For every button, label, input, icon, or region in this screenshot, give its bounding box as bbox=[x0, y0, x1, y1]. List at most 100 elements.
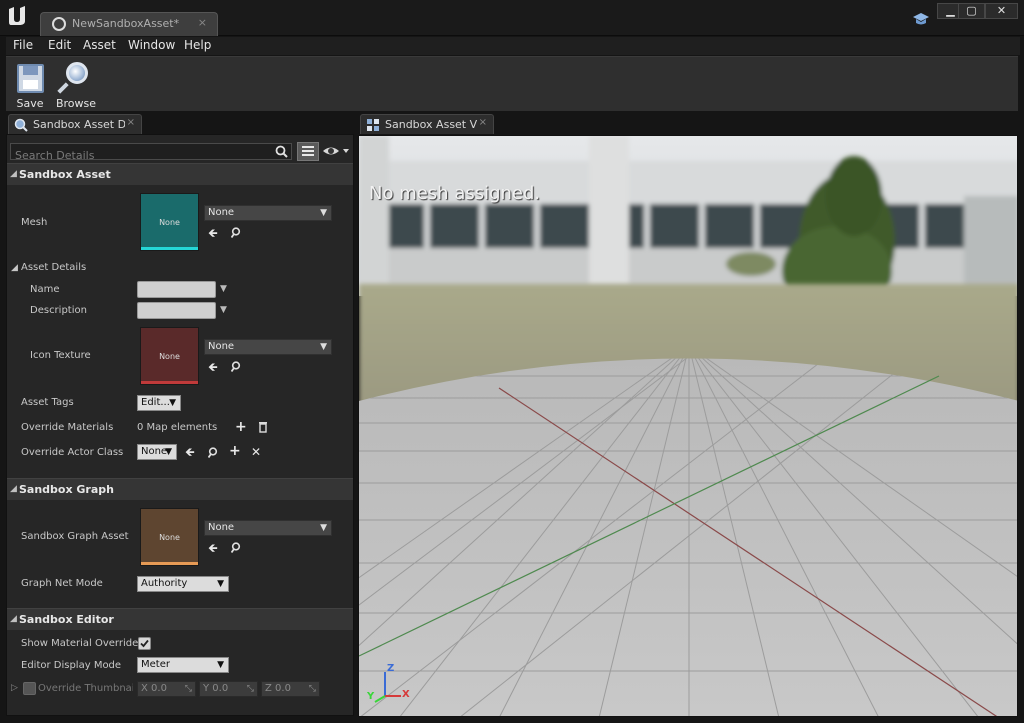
save-button[interactable]: Save bbox=[6, 60, 54, 110]
menu-window[interactable]: Window bbox=[128, 38, 175, 52]
close-viewport-tab-icon[interactable]: × bbox=[479, 117, 487, 128]
browse-asset-search-icon[interactable] bbox=[231, 227, 242, 238]
chevron-down-icon: ▼ bbox=[169, 398, 176, 408]
collapse-arrow-icon: ◢ bbox=[10, 484, 17, 494]
details-search-icon bbox=[14, 118, 28, 132]
mesh-combo-value: None bbox=[208, 207, 235, 218]
actor-class-combo-value: None bbox=[141, 446, 168, 457]
icon-texture-thumbnail[interactable]: None bbox=[140, 327, 199, 385]
z-axis-label: Z bbox=[265, 683, 272, 694]
chevron-down-icon: ▼ bbox=[320, 342, 327, 352]
expand-arrow-icon[interactable]: ▷ bbox=[11, 683, 18, 693]
document-tab[interactable]: NewSandboxAsset* × bbox=[40, 12, 218, 36]
thumbnail-z-field[interactable]: Z 0.0 ⤡ bbox=[261, 681, 320, 697]
description-field[interactable] bbox=[137, 302, 216, 319]
tab-viewport[interactable]: Sandbox Asset Vie × bbox=[360, 114, 494, 134]
y-axis-gizmo-label: Y bbox=[367, 691, 375, 702]
search-input[interactable] bbox=[11, 148, 271, 163]
editor-display-mode-value: Meter bbox=[141, 659, 170, 670]
title-bar: NewSandboxAsset* × ▁ ▢ ✕ bbox=[0, 0, 1024, 36]
browse-button[interactable]: Browse bbox=[52, 60, 100, 110]
use-selected-arrow-icon[interactable]: 🡸 bbox=[185, 446, 195, 458]
show-material-overrides-label: Show Material Overrides bbox=[21, 638, 144, 649]
browse-label: Browse bbox=[55, 97, 97, 110]
clear-x-icon[interactable]: ✕ bbox=[251, 446, 261, 458]
override-materials-label: Override Materials bbox=[21, 422, 114, 433]
icon-texture-label: Icon Texture bbox=[30, 350, 91, 361]
new-class-plus-icon[interactable]: + bbox=[229, 444, 241, 458]
mesh-type-bar bbox=[141, 247, 198, 250]
icon-texture-combo-value: None bbox=[208, 341, 235, 352]
section-title: Sandbox Graph bbox=[19, 483, 114, 496]
chevron-down-icon: ▼ bbox=[320, 523, 327, 533]
close-window-button[interactable]: ✕ bbox=[985, 3, 1018, 19]
graph-asset-label: Sandbox Graph Asset bbox=[21, 531, 129, 542]
menu-asset[interactable]: Asset bbox=[83, 38, 116, 52]
expand-arrow-icon[interactable]: ◢ bbox=[11, 263, 18, 273]
asset-tags-edit-button[interactable]: Edit... ▼ bbox=[137, 395, 181, 411]
menu-bar: File Edit Asset Window Help bbox=[6, 37, 1020, 55]
icon-texture-combo[interactable]: None ▼ bbox=[204, 339, 332, 355]
use-selected-arrow-icon[interactable]: 🡸 bbox=[208, 227, 218, 239]
name-dropdown-icon[interactable]: ▼ bbox=[220, 284, 227, 294]
unreal-logo-icon[interactable] bbox=[6, 5, 28, 27]
property-matrix-icon[interactable] bbox=[297, 142, 319, 161]
graph-asset-thumbnail[interactable]: None bbox=[140, 508, 199, 566]
browse-magnifier-handle bbox=[57, 82, 69, 94]
mesh-combo[interactable]: None ▼ bbox=[204, 205, 332, 221]
thumbnail-y-field[interactable]: Y 0.0 ⤡ bbox=[199, 681, 258, 697]
learn-cap-icon[interactable] bbox=[912, 12, 930, 26]
close-details-tab-icon[interactable]: × bbox=[127, 117, 135, 128]
z-axis-gizmo-label: Z bbox=[387, 663, 395, 674]
description-dropdown-icon[interactable]: ▼ bbox=[220, 305, 227, 315]
show-material-overrides-checkbox[interactable] bbox=[138, 637, 151, 650]
graph-asset-combo-value: None bbox=[208, 522, 235, 533]
browse-asset-search-icon[interactable] bbox=[231, 361, 242, 372]
x-value: 0.0 bbox=[151, 683, 167, 694]
asset-details-title: Asset Details bbox=[21, 262, 87, 273]
search-details-box[interactable] bbox=[10, 143, 292, 163]
z-value: 0.0 bbox=[275, 683, 291, 694]
browse-class-search-icon[interactable] bbox=[208, 447, 219, 458]
override-thumbnail-checkbox[interactable] bbox=[23, 682, 36, 695]
trash-icon[interactable] bbox=[258, 421, 268, 433]
description-label: Description bbox=[30, 305, 87, 316]
mesh-thumbnail[interactable]: None bbox=[140, 193, 199, 251]
menu-help[interactable]: Help bbox=[184, 38, 211, 52]
use-selected-arrow-icon[interactable]: 🡸 bbox=[208, 361, 218, 373]
menu-file[interactable]: File bbox=[13, 38, 33, 52]
tab-details[interactable]: Sandbox Asset Det × bbox=[8, 114, 142, 134]
visibility-eye-icon[interactable] bbox=[322, 144, 350, 158]
mesh-thumbnail-text: None bbox=[159, 218, 180, 227]
add-element-icon[interactable]: + bbox=[235, 420, 247, 434]
menu-edit[interactable]: Edit bbox=[48, 38, 71, 52]
details-tab-label: Sandbox Asset Det bbox=[33, 118, 125, 131]
editor-display-mode-combo[interactable]: Meter ▼ bbox=[137, 657, 229, 673]
name-field[interactable] bbox=[137, 281, 216, 298]
toolbar: Save Browse bbox=[6, 56, 1018, 111]
section-sandbox-asset[interactable]: ◢ Sandbox Asset bbox=[7, 163, 353, 185]
use-selected-arrow-icon[interactable]: 🡸 bbox=[208, 542, 218, 554]
search-icon[interactable] bbox=[275, 145, 288, 158]
graph-net-mode-value: Authority bbox=[141, 578, 188, 589]
actor-class-combo[interactable]: None ▼ bbox=[137, 444, 177, 460]
close-tab-icon[interactable]: × bbox=[198, 16, 207, 29]
graph-asset-combo[interactable]: None ▼ bbox=[204, 520, 332, 536]
chevron-down-icon: ▼ bbox=[320, 208, 327, 218]
section-title: Sandbox Asset bbox=[19, 168, 111, 181]
asset-viewport[interactable]: No mesh assigned. Z X Y bbox=[358, 135, 1018, 717]
y-axis-label: Y bbox=[203, 683, 210, 694]
viewport-scene bbox=[359, 136, 1017, 716]
section-sandbox-editor[interactable]: ◢ Sandbox Editor bbox=[7, 608, 353, 630]
graph-net-mode-combo[interactable]: Authority ▼ bbox=[137, 576, 229, 592]
graph-net-mode-label: Graph Net Mode bbox=[21, 578, 103, 589]
editor-display-mode-label: Editor Display Mode bbox=[21, 660, 122, 671]
maximize-button[interactable]: ▢ bbox=[958, 3, 985, 19]
section-sandbox-graph[interactable]: ◢ Sandbox Graph bbox=[7, 478, 353, 500]
browse-asset-search-icon[interactable] bbox=[231, 542, 242, 553]
thumbnail-x-field[interactable]: X 0.0 ⤡ bbox=[137, 681, 196, 697]
chevron-down-icon: ▼ bbox=[217, 660, 224, 670]
chevron-down-icon: ▼ bbox=[217, 579, 224, 589]
graph-asset-thumbnail-text: None bbox=[159, 533, 180, 542]
browse-magnifier-icon bbox=[66, 62, 88, 84]
